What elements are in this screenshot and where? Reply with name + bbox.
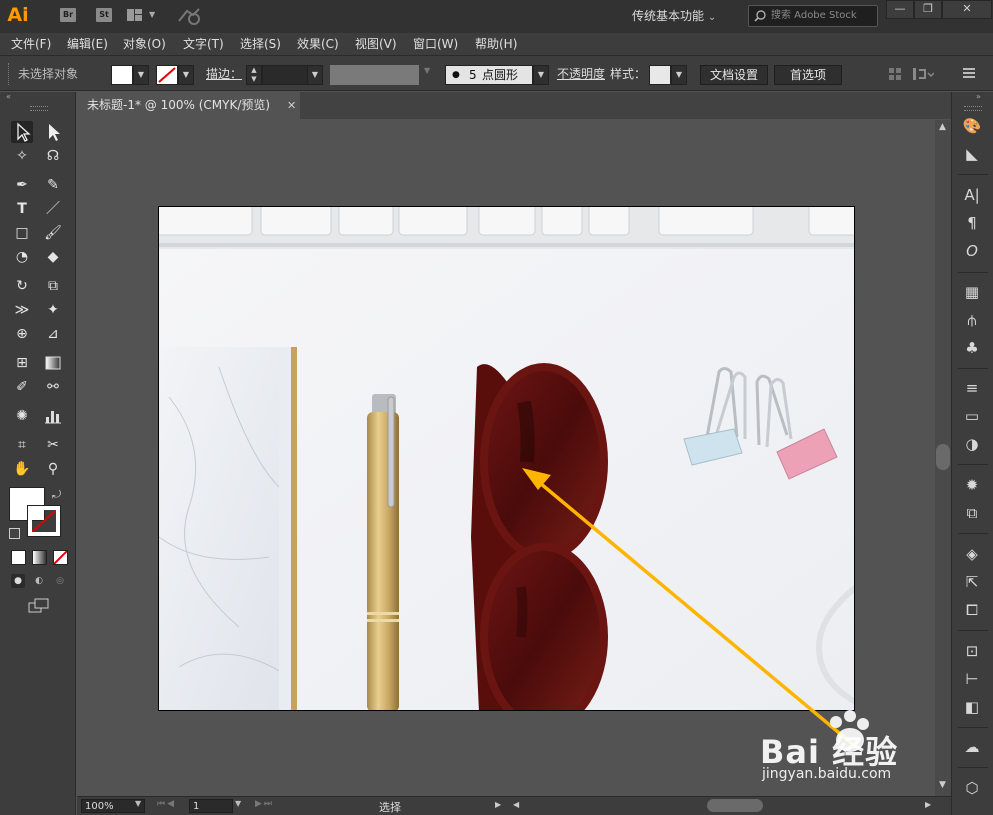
character-panel-icon[interactable]: A|	[962, 185, 982, 205]
panel-separator	[958, 272, 988, 273]
color-panel-icon[interactable]: 🎨	[962, 116, 982, 136]
zoom-value: 100%	[85, 801, 114, 812]
panel-separator	[958, 630, 988, 631]
3d-panel-icon[interactable]: ⬡	[962, 778, 982, 798]
first-prev-artboard-icon[interactable]: ⏮◀	[157, 799, 176, 809]
transparency-panel-icon[interactable]: ◑	[962, 434, 982, 454]
symbols-panel-icon[interactable]: ♣	[962, 338, 982, 358]
current-tool-status: 选择	[379, 801, 401, 814]
appearance-panel-icon[interactable]: ✹	[962, 475, 982, 495]
panel-separator	[958, 174, 988, 175]
status-menu-arrow-icon[interactable]: ▶	[495, 800, 501, 809]
color-guide-icon[interactable]: ◣	[962, 144, 982, 164]
expand-panels-icon[interactable]: »	[976, 92, 981, 101]
scroll-right-icon[interactable]: ▶	[925, 800, 931, 809]
panel-separator	[958, 727, 988, 728]
pathfinder-panel-icon[interactable]: ◧	[962, 697, 982, 717]
annotation-arrow	[522, 468, 858, 749]
panel-separator	[958, 767, 988, 768]
panel-dock: » 🎨 ◣ A| ¶ O ▦ ⫛ ♣ ≡ ▭ ◑ ✹ ⧉ ◈ ⇱ ⧠ ⊡ ⊢ ◧…	[951, 92, 993, 815]
chevron-down-icon[interactable]: ▼	[135, 799, 141, 808]
vertical-scrollbar[interactable]: ▲ ▼	[935, 120, 951, 796]
paragraph-panel-icon[interactable]: ¶	[962, 213, 982, 233]
panel-separator	[958, 368, 988, 369]
panel-separator	[958, 464, 988, 465]
gradient-panel-icon[interactable]: ▭	[962, 406, 982, 426]
brushes-panel-icon[interactable]: ⫛	[962, 310, 982, 330]
panel-separator	[958, 533, 988, 534]
stroke-panel-icon[interactable]: ≡	[962, 378, 982, 398]
horizontal-scroll-thumb[interactable]	[707, 799, 763, 812]
asset-export-panel-icon[interactable]: ⇱	[962, 572, 982, 592]
scroll-up-icon[interactable]: ▲	[939, 122, 946, 132]
panel-grip[interactable]	[964, 106, 982, 111]
layers-panel-icon[interactable]: ◈	[962, 544, 982, 564]
artboards-panel-icon[interactable]: ⧠	[962, 600, 982, 620]
chevron-down-icon[interactable]: ▼	[235, 799, 241, 808]
scroll-down-icon[interactable]: ▼	[939, 780, 946, 790]
watermark-url: jingyan.baidu.com	[762, 766, 892, 782]
scroll-left-icon[interactable]: ◀	[513, 800, 519, 809]
libraries-panel-icon[interactable]: ☁	[962, 737, 982, 757]
status-bar: 100% ▼ ⏮◀ 1 ▼ ▶⏭ 选择 ▶ ◀ ▶	[77, 796, 951, 815]
next-last-artboard-icon[interactable]: ▶⏭	[255, 799, 274, 809]
artboard-number: 1	[193, 801, 200, 812]
artboard-number-field[interactable]: 1	[189, 799, 233, 813]
transform-panel-icon[interactable]: ⊡	[962, 641, 982, 661]
swatches-panel-icon[interactable]: ▦	[962, 282, 982, 302]
graphic-styles-panel-icon[interactable]: ⧉	[962, 503, 982, 523]
align-panel-icon[interactable]: ⊢	[962, 669, 982, 689]
vertical-scroll-thumb[interactable]	[936, 444, 950, 470]
opentype-panel-icon[interactable]: O	[962, 241, 982, 261]
